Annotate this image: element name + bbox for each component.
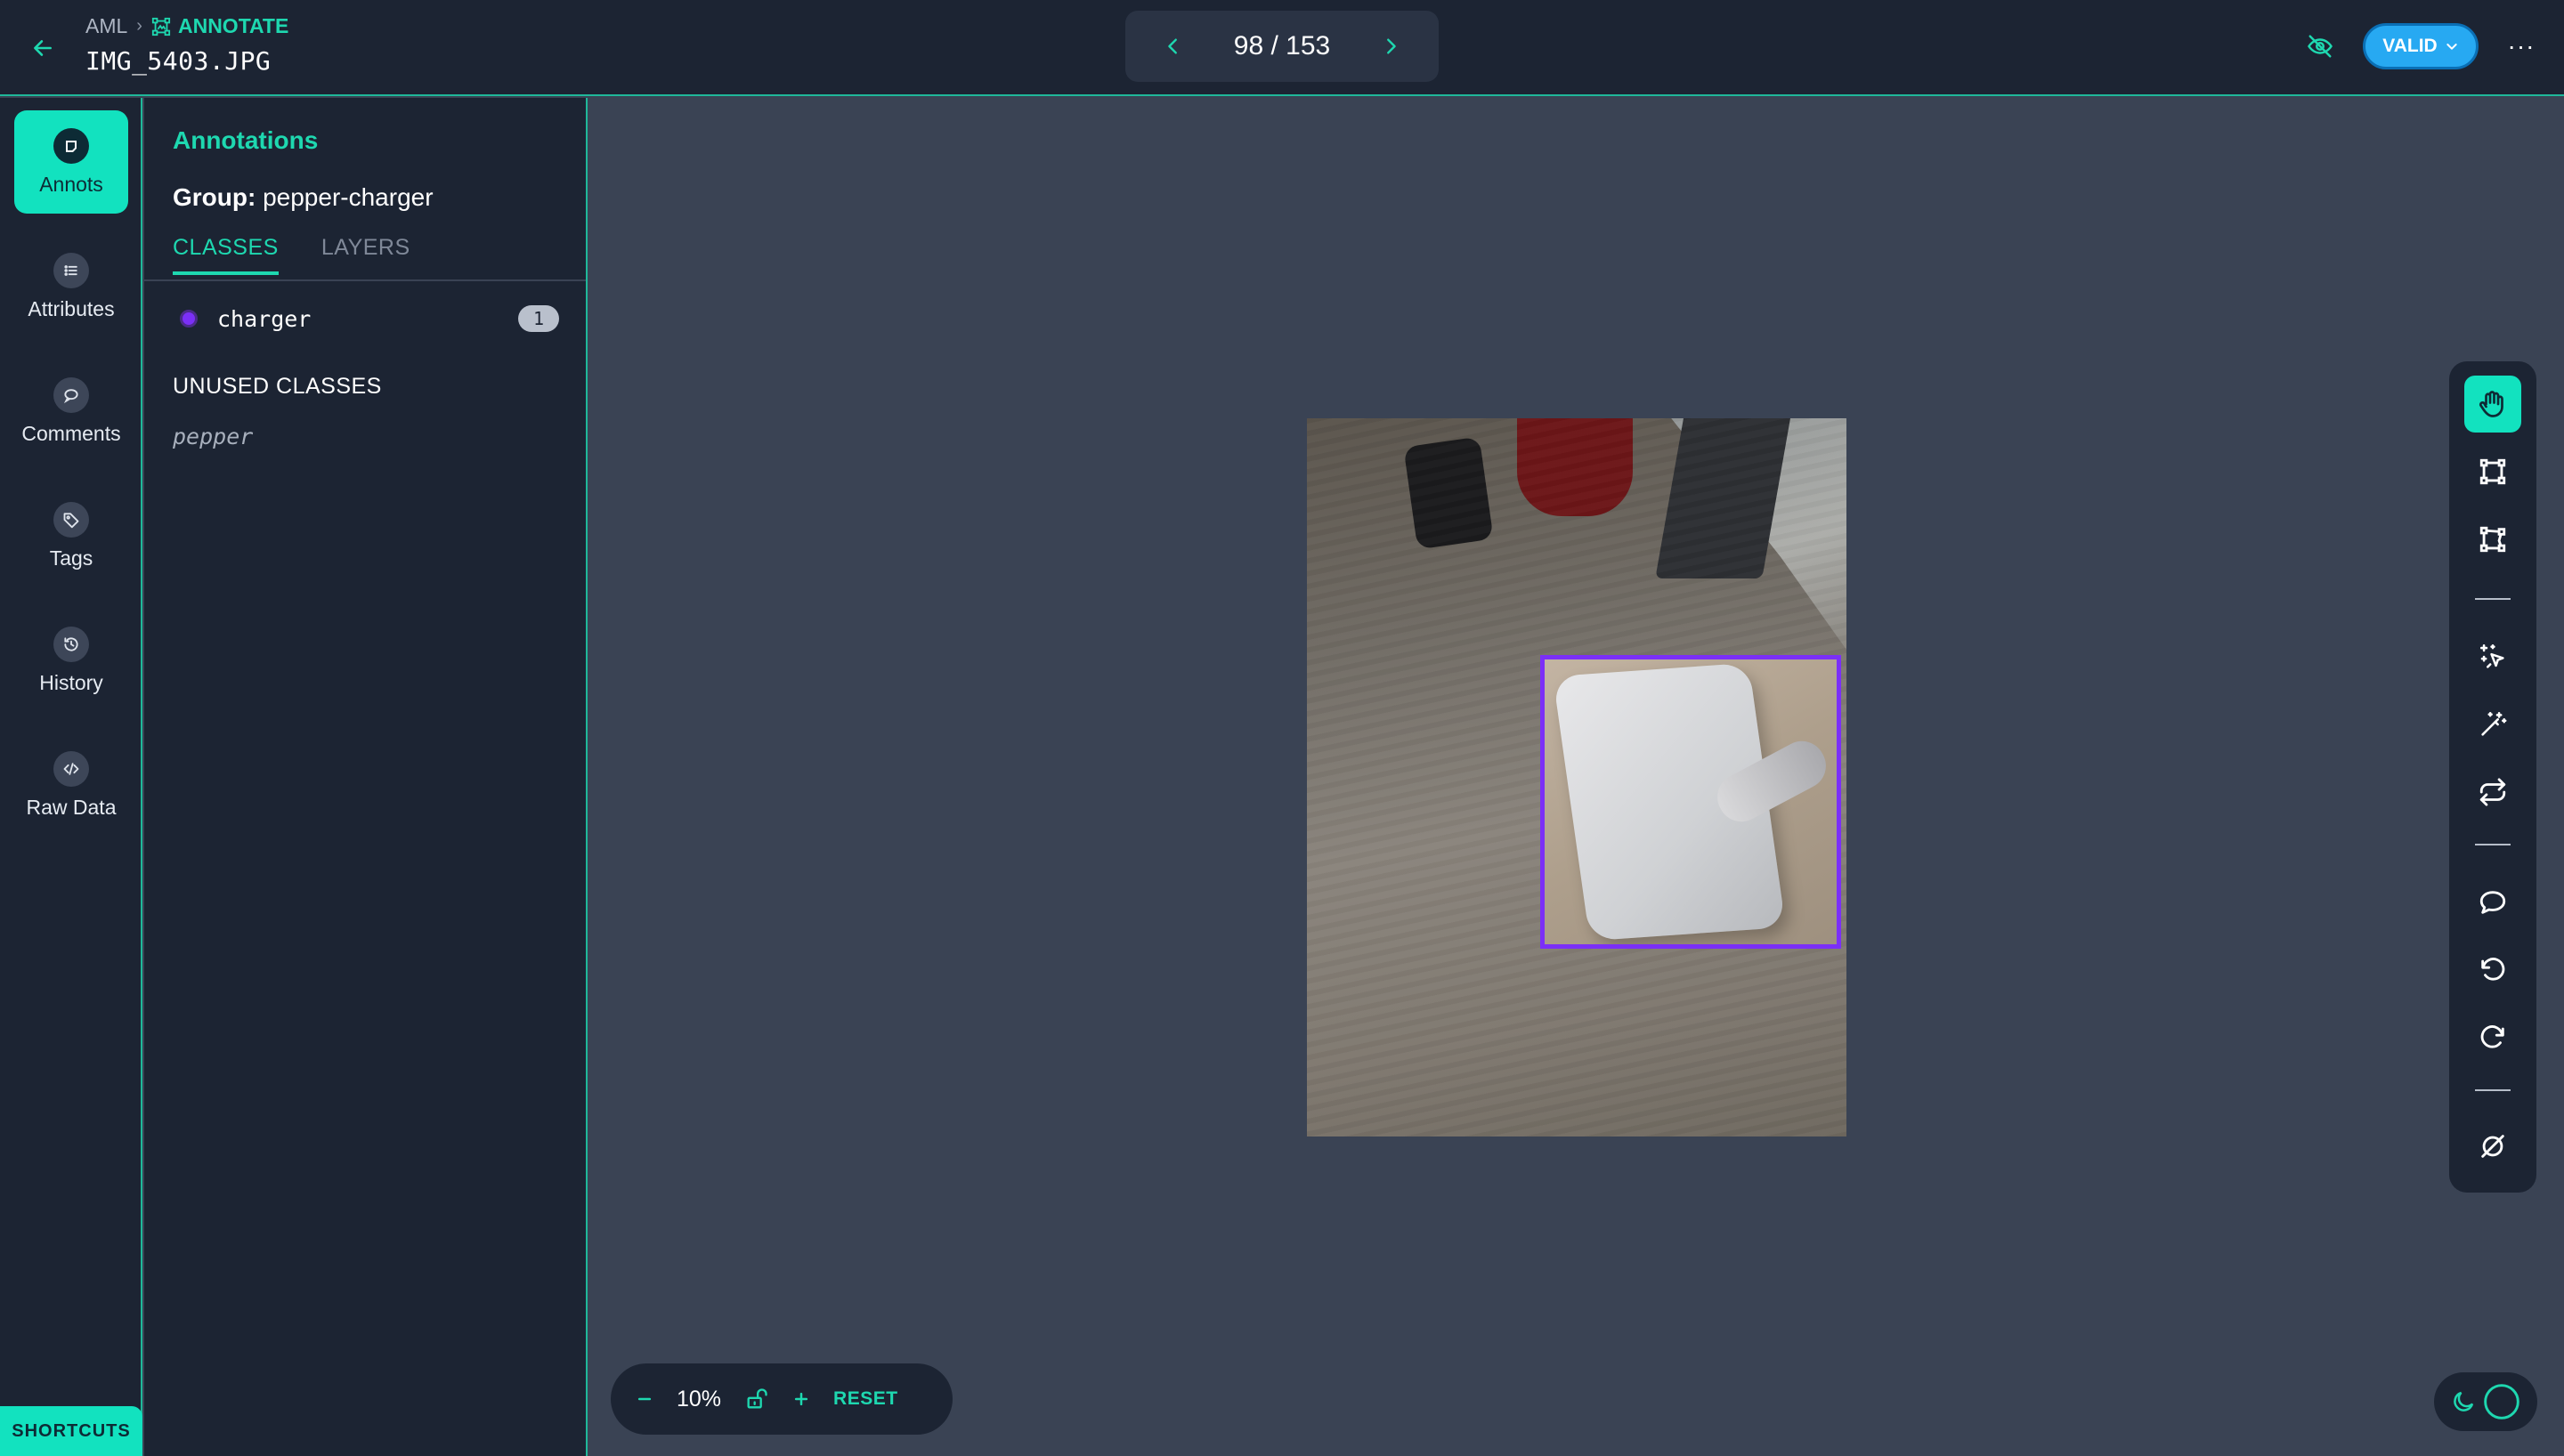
back-button[interactable] bbox=[23, 28, 62, 68]
hand-tool-button[interactable] bbox=[2464, 376, 2521, 433]
annotations-panel: Annotations Group: pepper-charger CLASSE… bbox=[144, 98, 588, 1456]
nav-item-tags[interactable]: Tags bbox=[14, 484, 128, 587]
redo-icon bbox=[2480, 1025, 2504, 1048]
breadcrumb-root[interactable]: AML bbox=[85, 14, 127, 38]
nav-item-history[interactable]: History bbox=[14, 609, 128, 712]
tab-classes[interactable]: CLASSES bbox=[173, 235, 279, 275]
nav-item-annots[interactable]: Annots bbox=[14, 110, 128, 214]
annotation-icon bbox=[53, 127, 89, 164]
annotated-image[interactable] bbox=[1307, 418, 1846, 1136]
redo-button[interactable] bbox=[2464, 1009, 2521, 1066]
minus-icon bbox=[637, 1397, 652, 1401]
arrow-left-icon bbox=[34, 40, 52, 56]
magic-select-icon bbox=[2479, 643, 2504, 668]
pager-position: 98 / 153 bbox=[1233, 31, 1331, 61]
panel-title: Annotations bbox=[173, 126, 319, 154]
nav-label: Annots bbox=[39, 172, 103, 196]
repeat-icon bbox=[2479, 778, 2506, 806]
more-options-button[interactable]: ··· bbox=[2502, 27, 2541, 66]
annotate-icon bbox=[151, 17, 171, 36]
bounding-box-tool-button[interactable] bbox=[2464, 443, 2521, 500]
clear-icon bbox=[2481, 1135, 2504, 1158]
previous-image-button[interactable] bbox=[1157, 30, 1189, 62]
unlock-icon bbox=[747, 1388, 767, 1409]
class-color-swatch bbox=[180, 310, 198, 328]
hand-icon bbox=[2479, 391, 2503, 417]
unused-class-item[interactable]: pepper bbox=[173, 424, 253, 449]
class-item-charger[interactable]: charger 1 bbox=[180, 299, 559, 338]
group-label: Group: pepper-charger bbox=[173, 183, 434, 212]
class-name: charger bbox=[217, 305, 312, 332]
nav-item-attributes[interactable]: Attributes bbox=[14, 235, 128, 338]
next-image-button[interactable] bbox=[1375, 30, 1407, 62]
toggle-knob-icon bbox=[2484, 1384, 2519, 1420]
comment-icon bbox=[53, 376, 89, 413]
magic-wand-icon bbox=[2481, 711, 2507, 736]
bounding-box-charger[interactable] bbox=[1540, 655, 1841, 949]
breadcrumb-current-label: ANNOTATE bbox=[177, 14, 289, 37]
repeat-tool-button[interactable] bbox=[2464, 764, 2521, 821]
comment-tool-button[interactable] bbox=[2464, 874, 2521, 931]
eye-off-icon bbox=[2308, 35, 2333, 58]
nav-item-raw-data[interactable]: Raw Data bbox=[14, 733, 128, 837]
tool-divider bbox=[2475, 598, 2511, 600]
chevron-left-icon bbox=[1168, 38, 1177, 54]
code-icon bbox=[53, 750, 89, 787]
zoom-lock-button[interactable] bbox=[744, 1387, 769, 1412]
moon-icon bbox=[2454, 1391, 2474, 1412]
comment-icon bbox=[2479, 891, 2506, 914]
tab-layers[interactable]: LAYERS bbox=[321, 235, 410, 275]
more-icon: ··· bbox=[2507, 32, 2536, 60]
unused-classes-heading: UNUSED CLASSES bbox=[173, 374, 382, 399]
left-navigation: Annots Attributes Comments Tags History … bbox=[0, 98, 142, 1456]
annotation-canvas[interactable] bbox=[589, 98, 2564, 1456]
breadcrumb: AML › ANNOTATE bbox=[85, 14, 288, 38]
chevron-down-icon bbox=[2446, 44, 2457, 50]
history-icon bbox=[53, 626, 89, 662]
bounding-box-icon bbox=[2479, 458, 2506, 485]
tag-icon bbox=[53, 501, 89, 538]
chevron-right-icon: › bbox=[136, 16, 142, 36]
tool-palette bbox=[2449, 361, 2536, 1193]
magic-wand-tool-button[interactable] bbox=[2464, 696, 2521, 753]
group-name: pepper-charger bbox=[263, 183, 434, 211]
nav-item-comments[interactable]: Comments bbox=[14, 360, 128, 463]
divider bbox=[144, 279, 586, 281]
toggle-visibility-button[interactable] bbox=[2300, 27, 2340, 66]
class-count-badge: 1 bbox=[518, 305, 559, 332]
zoom-out-button[interactable] bbox=[636, 1390, 653, 1408]
group-prefix: Group: bbox=[173, 183, 256, 211]
chevron-right-icon bbox=[1387, 38, 1396, 54]
zoom-level: 10% bbox=[677, 1386, 722, 1412]
undo-icon bbox=[2481, 958, 2505, 981]
breadcrumb-current: ANNOTATE bbox=[151, 14, 288, 38]
nav-label: Attributes bbox=[28, 296, 115, 320]
shortcuts-button[interactable]: SHORTCUTS bbox=[0, 1406, 142, 1456]
magic-select-tool-button[interactable] bbox=[2464, 628, 2521, 685]
polygon-tool-button[interactable] bbox=[2464, 511, 2521, 568]
zoom-in-button[interactable] bbox=[792, 1390, 810, 1408]
theme-toggle[interactable] bbox=[2434, 1372, 2537, 1431]
clear-annotations-button[interactable] bbox=[2464, 1118, 2521, 1175]
nav-label: Raw Data bbox=[26, 795, 117, 819]
zoom-controls: 10% RESET bbox=[611, 1363, 953, 1435]
status-dropdown[interactable]: VALID bbox=[2363, 23, 2479, 69]
list-icon bbox=[53, 252, 89, 288]
nav-label: History bbox=[39, 670, 103, 694]
top-bar: AML › ANNOTATE IMG_5403.JPG 98 / 153 VAL… bbox=[0, 0, 2564, 96]
tool-divider bbox=[2475, 844, 2511, 845]
image-pager: 98 / 153 bbox=[1125, 11, 1439, 82]
nav-label: Comments bbox=[21, 421, 121, 445]
status-label: VALID bbox=[2382, 36, 2438, 56]
plus-icon bbox=[794, 1392, 808, 1406]
polygon-icon bbox=[2479, 526, 2506, 553]
zoom-reset-button[interactable]: RESET bbox=[833, 1388, 898, 1410]
file-name: IMG_5403.JPG bbox=[85, 46, 272, 76]
tool-divider bbox=[2475, 1089, 2511, 1091]
undo-button[interactable] bbox=[2464, 942, 2521, 999]
panel-tabs: CLASSES LAYERS bbox=[173, 235, 410, 275]
nav-label: Tags bbox=[49, 546, 93, 570]
